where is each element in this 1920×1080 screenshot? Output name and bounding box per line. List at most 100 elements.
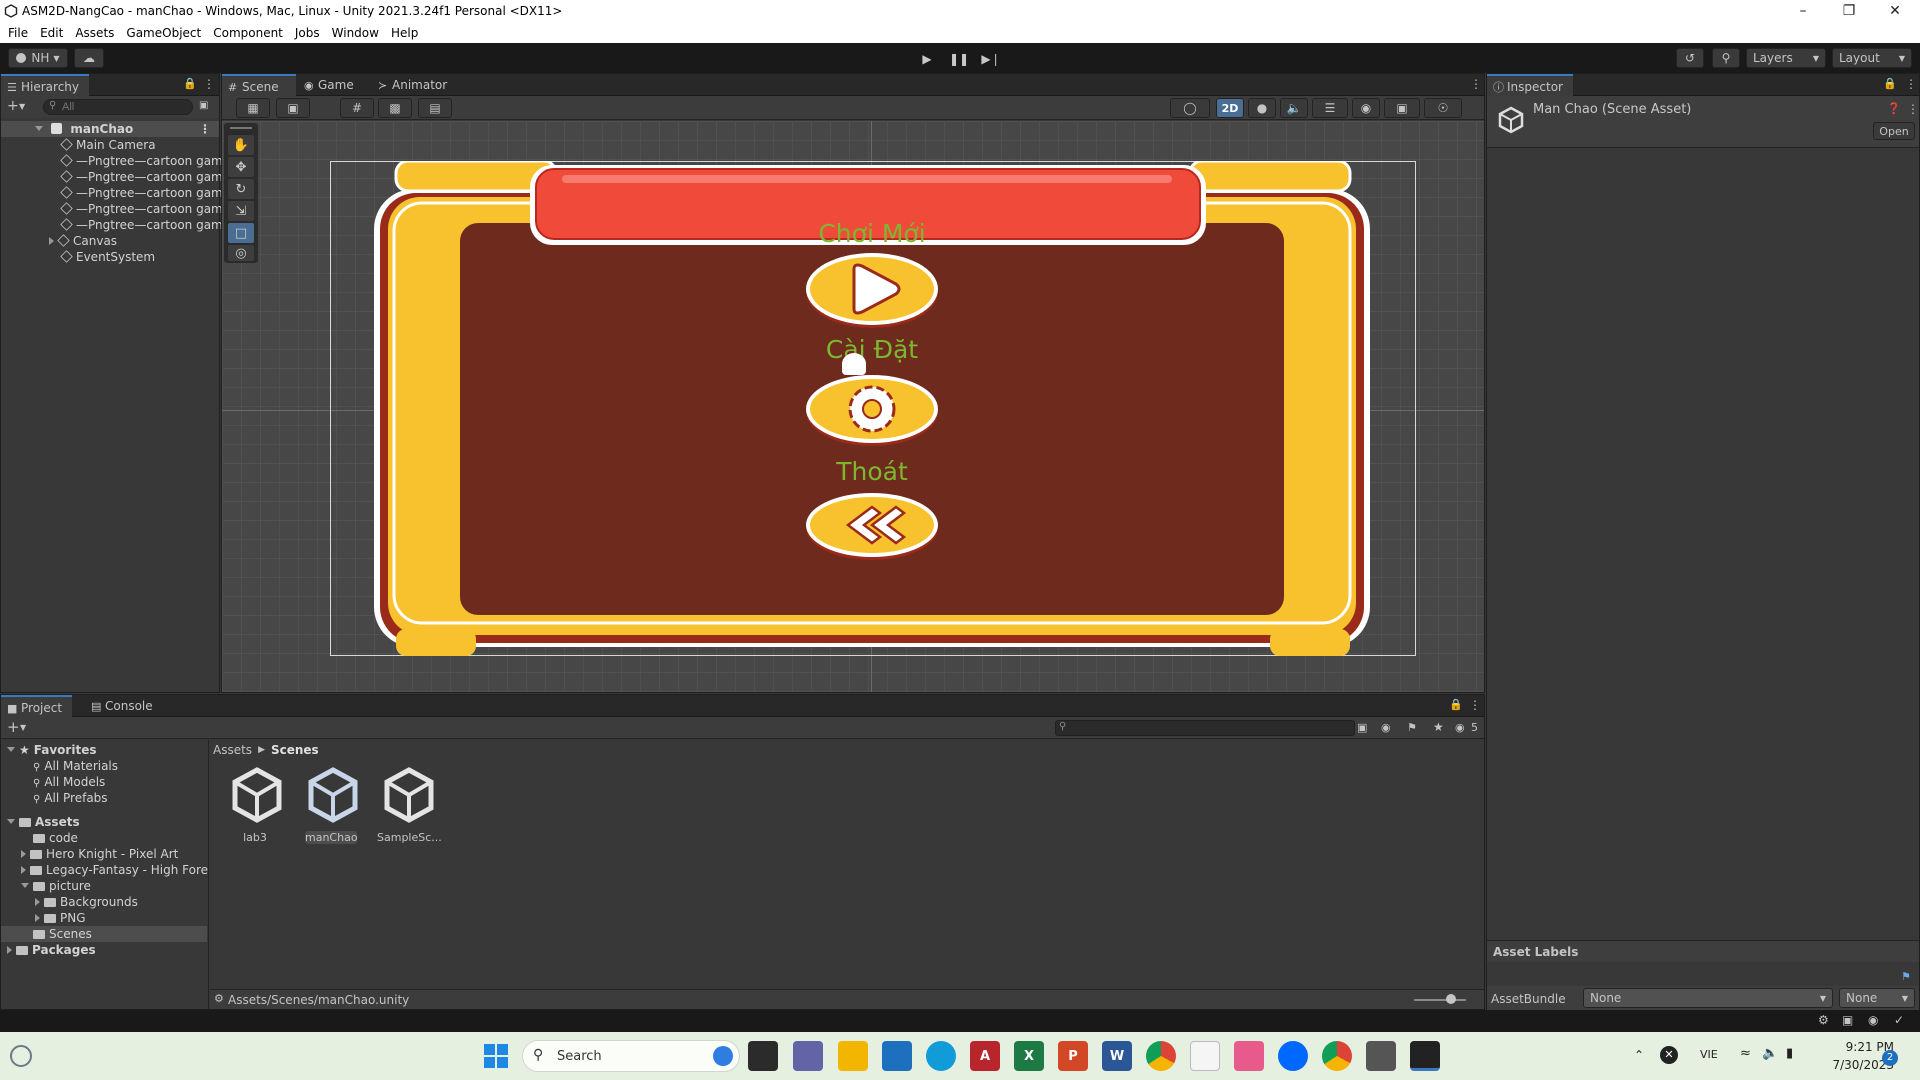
- folder-item[interactable]: Hero Knight - Pixel Art: [21, 846, 178, 862]
- gizmo-dropdown[interactable]: ▣: [276, 98, 310, 118]
- minimize-button[interactable]: –: [1780, 0, 1826, 22]
- check-icon[interactable]: ✓: [1894, 1013, 1904, 1027]
- search-button[interactable]: ⚲: [1712, 48, 1740, 68]
- breadcrumb-scenes[interactable]: Scenes: [271, 743, 319, 757]
- store-icon[interactable]: [882, 1041, 912, 1071]
- close-button[interactable]: ✕: [1872, 0, 1918, 22]
- menu-gameobject[interactable]: GameObject: [126, 26, 201, 40]
- 2d-toggle[interactable]: 2D: [1216, 98, 1244, 118]
- hierarchy-item[interactable]: —Pngtree—cartoon gam: [60, 217, 223, 233]
- expand-arrow-icon[interactable]: [7, 819, 15, 824]
- favorites-node[interactable]: ★ Favorites: [7, 742, 96, 758]
- rect-tool-button[interactable]: □: [228, 223, 254, 243]
- folder-item[interactable]: Legacy-Fantasy - High Fore: [21, 862, 208, 878]
- file-item-selected[interactable]: manChao: [301, 767, 361, 847]
- chevron-up-icon[interactable]: ⌃: [1634, 1048, 1644, 1062]
- palette-grip[interactable]: [230, 127, 252, 129]
- menu-file[interactable]: File: [8, 26, 28, 40]
- chevron-down-icon[interactable]: ▼: [20, 723, 26, 732]
- effects-dropdown[interactable]: ☰: [1312, 98, 1348, 118]
- unity-hub-icon[interactable]: [1366, 1041, 1396, 1071]
- folder-item[interactable]: PNG: [35, 910, 86, 926]
- increment-snap-dropdown[interactable]: ▩: [378, 98, 412, 118]
- notepad-icon[interactable]: [1190, 1041, 1220, 1071]
- expand-arrow-icon[interactable]: [49, 237, 54, 245]
- favorite-item[interactable]: ⚲ All Models: [33, 774, 105, 790]
- expand-arrow-icon[interactable]: [35, 914, 40, 922]
- tab-project[interactable]: ■ Project: [1, 695, 73, 717]
- more-icon[interactable]: ⋮: [1470, 77, 1482, 91]
- layout-dropdown[interactable]: Layout ▼: [1832, 48, 1912, 68]
- hierarchy-item[interactable]: —Pngtree—cartoon gam: [60, 185, 223, 201]
- folder-item[interactable]: picture: [21, 878, 91, 894]
- lock-icon[interactable]: 🔒: [1883, 77, 1897, 90]
- project-search-input[interactable]: [1055, 720, 1355, 736]
- edge-icon[interactable]: [926, 1041, 956, 1071]
- transform-tool-button[interactable]: ◎: [228, 245, 254, 261]
- file-explorer-icon[interactable]: [838, 1041, 868, 1071]
- tab-scene[interactable]: # Scene: [222, 74, 296, 96]
- debug-icon[interactable]: ◉: [1868, 1013, 1878, 1027]
- menu-assets[interactable]: Assets: [75, 26, 114, 40]
- close-circle-icon[interactable]: ✕: [1660, 1046, 1678, 1064]
- notification-badge[interactable]: 2: [1882, 1050, 1898, 1066]
- rotate-tool-button[interactable]: ↻: [228, 179, 254, 199]
- unity-editor-icon[interactable]: [1410, 1041, 1440, 1071]
- powerpoint-icon[interactable]: P: [1058, 1041, 1088, 1071]
- access-icon[interactable]: A: [970, 1041, 1000, 1071]
- expand-arrow-icon[interactable]: [7, 946, 12, 954]
- snipping-icon[interactable]: [1234, 1041, 1264, 1071]
- hierarchy-item[interactable]: —Pngtree—cartoon gam: [60, 153, 223, 169]
- packages-node[interactable]: Packages: [7, 942, 96, 958]
- excel-icon[interactable]: X: [1014, 1041, 1044, 1071]
- breadcrumb-assets[interactable]: Assets: [213, 743, 252, 757]
- asset-bundle-dropdown[interactable]: None ▼: [1583, 988, 1833, 1008]
- word-icon[interactable]: W: [1102, 1041, 1132, 1071]
- asset-variant-dropdown[interactable]: None ▼: [1839, 988, 1915, 1008]
- teams-icon[interactable]: [793, 1041, 823, 1071]
- scene-viewport[interactable]: ✋ ✥ ↻ ⇲ □ ◎ Chơi Mới Cài Đặt Thoát: [222, 121, 1484, 692]
- wifi-icon[interactable]: ≈: [1740, 1046, 1751, 1061]
- tag-icon[interactable]: ⚑: [1407, 721, 1417, 734]
- favorite-item[interactable]: ⚲ All Prefabs: [33, 790, 108, 806]
- chevron-down-icon[interactable]: ▼: [19, 102, 25, 111]
- assets-node[interactable]: Assets: [7, 814, 80, 830]
- menu-edit[interactable]: Edit: [40, 26, 63, 40]
- input-language[interactable]: VIE: [1700, 1048, 1718, 1061]
- hierarchy-item[interactable]: —Pngtree—cartoon gam: [60, 169, 223, 185]
- lock-icon[interactable]: 🔒: [183, 77, 197, 90]
- expand-arrow-icon[interactable]: [7, 747, 15, 752]
- tab-hierarchy[interactable]: ☰ Hierarchy: [1, 74, 90, 96]
- history-button[interactable]: ↺: [1676, 48, 1704, 68]
- tab-animator[interactable]: ≻ Animator: [372, 74, 457, 96]
- tab-inspector[interactable]: ⓘ Inspector: [1487, 74, 1573, 96]
- menu-window[interactable]: Window: [332, 26, 379, 40]
- zalo-icon[interactable]: [1278, 1041, 1308, 1071]
- scene-row[interactable]: manChao ⋮: [1, 121, 219, 137]
- restore-button[interactable]: ❐: [1826, 0, 1872, 22]
- align-dropdown[interactable]: ▤: [418, 98, 452, 118]
- expand-arrow-icon[interactable]: [21, 883, 29, 888]
- more-icon[interactable]: ⋮: [1469, 698, 1481, 712]
- more-icon[interactable]: ⋮: [203, 77, 215, 91]
- more-icon[interactable]: ⋮: [199, 121, 211, 137]
- cloud-button[interactable]: ☁: [74, 48, 104, 68]
- expand-arrow-icon[interactable]: [35, 126, 43, 131]
- expand-arrow-icon[interactable]: [21, 866, 26, 874]
- task-view-icon[interactable]: [748, 1041, 778, 1071]
- lighting-status-icon[interactable]: ▣: [1842, 1013, 1853, 1027]
- taskbar-search[interactable]: ⚲ Search: [522, 1040, 740, 1072]
- audio-toggle[interactable]: 🔈: [1280, 98, 1308, 118]
- draw-mode-dropdown[interactable]: ▦: [236, 98, 270, 118]
- pause-button[interactable]: ❚❚: [946, 49, 972, 69]
- settings-button[interactable]: [806, 375, 938, 443]
- expand-arrow-icon[interactable]: [21, 850, 26, 858]
- search-options-icon[interactable]: ▣: [199, 100, 208, 111]
- hierarchy-search-input[interactable]: [43, 99, 193, 115]
- orientation-dropdown[interactable]: ◯: [1170, 98, 1210, 118]
- more-icon[interactable]: ⋮: [1905, 77, 1917, 91]
- lock-icon[interactable]: 🔒: [1449, 698, 1463, 711]
- gizmos-dropdown[interactable]: ☉: [1424, 98, 1462, 118]
- hierarchy-item[interactable]: Canvas: [49, 233, 117, 249]
- scale-tool-button[interactable]: ⇲: [228, 201, 254, 221]
